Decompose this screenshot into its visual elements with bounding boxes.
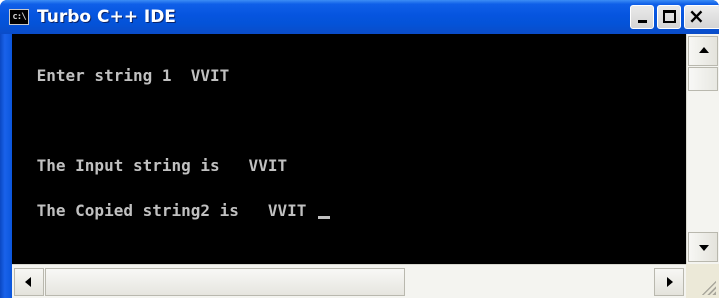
scroll-left-button[interactable] [14, 268, 44, 296]
text-cursor [317, 216, 330, 219]
console-line: Enter string 1 VVIT [27, 66, 230, 85]
minimize-button[interactable] [630, 5, 654, 29]
arrow-right-icon [667, 277, 673, 287]
maximize-icon [663, 10, 676, 23]
console-line-text: The Copied string2 is VVIT [27, 201, 316, 220]
horizontal-scroll-thumb[interactable] [45, 268, 405, 296]
console-line: The Input string is VVIT [27, 156, 288, 175]
scroll-down-button[interactable] [688, 232, 718, 262]
console-window: c:\ Turbo C++ IDE × Enter string 1 VVIT … [0, 0, 719, 298]
scroll-right-button[interactable] [654, 268, 684, 296]
close-icon: × [688, 4, 705, 28]
vertical-scrollbar[interactable] [686, 34, 719, 264]
console-line-last: The Copied string2 is VVIT [27, 201, 686, 220]
close-button[interactable]: × [684, 4, 719, 29]
resize-grip-icon [698, 277, 716, 295]
arrow-down-icon [699, 245, 709, 251]
console-output[interactable]: Enter string 1 VVIT The Input string is … [12, 34, 686, 264]
title-bar[interactable]: c:\ Turbo C++ IDE × [0, 0, 719, 34]
arrow-up-icon [699, 47, 709, 53]
scroll-up-button[interactable] [688, 36, 718, 66]
arrow-left-icon [25, 277, 31, 287]
console-app-icon[interactable]: c:\ [9, 9, 29, 25]
window-frame-left [0, 34, 12, 298]
maximize-button[interactable] [657, 5, 681, 29]
horizontal-scrollbar[interactable] [12, 264, 686, 298]
resize-grip[interactable] [686, 264, 719, 298]
minimize-icon [638, 20, 647, 23]
vertical-scroll-thumb[interactable] [688, 67, 718, 91]
window-title: Turbo C++ IDE [37, 7, 176, 27]
